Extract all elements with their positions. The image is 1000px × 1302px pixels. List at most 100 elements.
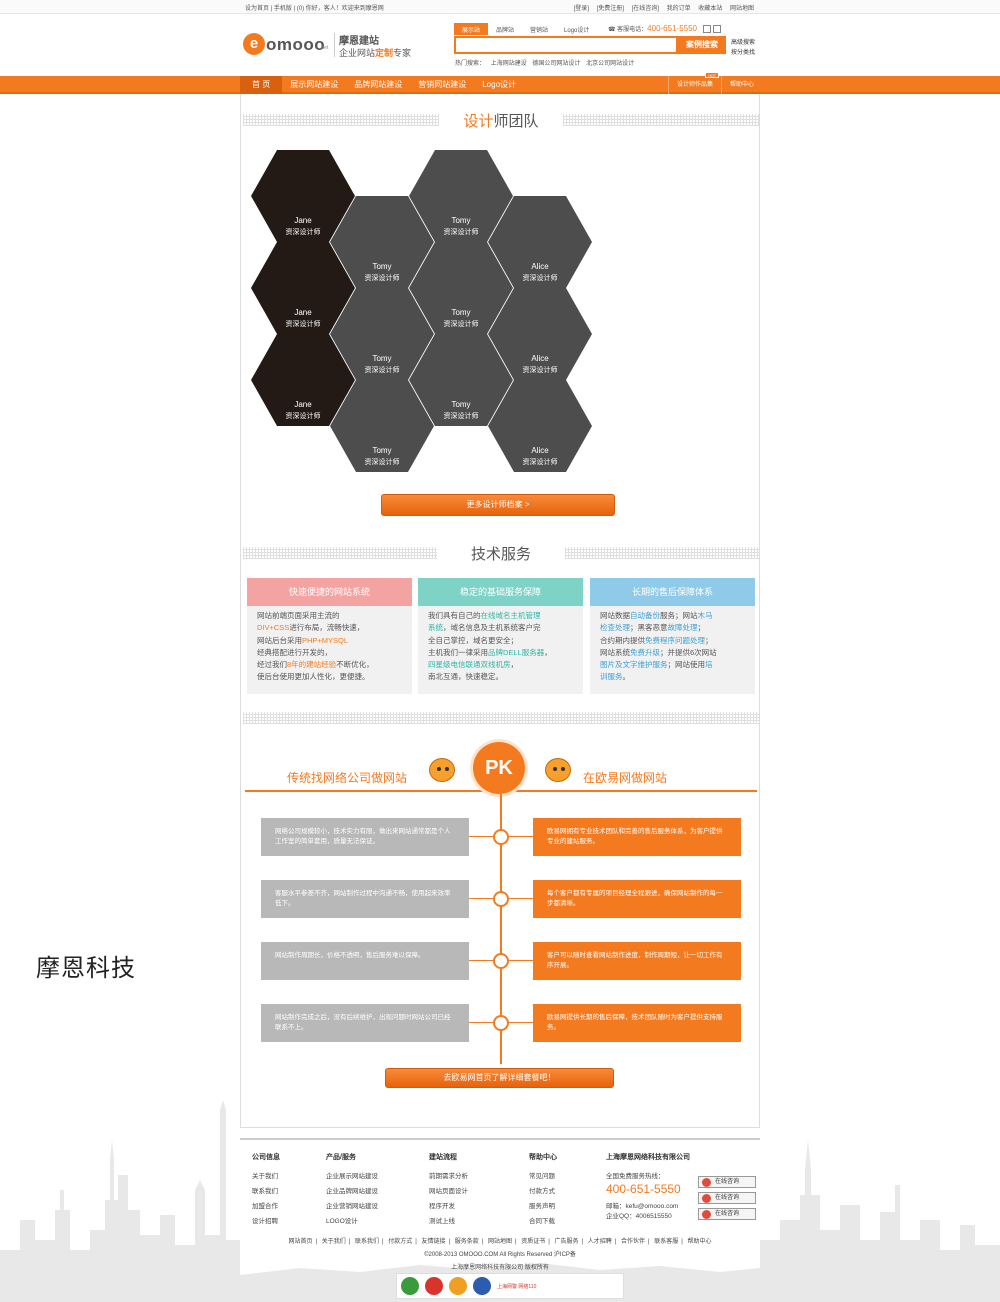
- bottom-link[interactable]: 资质证书: [521, 1239, 545, 1245]
- utility-links: [登录] [免费注册] [在线咨询] 我的订单 收藏本站 网站地图: [568, 3, 754, 12]
- nav-showcase[interactable]: 展示网站建设: [282, 76, 346, 94]
- hot-item[interactable]: 德国公司网站设计: [532, 61, 580, 67]
- footer-link[interactable]: 网站页面设计: [429, 1185, 468, 1195]
- qq-consult-button[interactable]: 在线咨询: [698, 1208, 756, 1220]
- bottom-link[interactable]: 友情链接: [421, 1239, 445, 1245]
- bottom-link[interactable]: 广告服务: [554, 1239, 578, 1245]
- footer-link[interactable]: 常见问题: [529, 1170, 557, 1180]
- highlight-text: 木马: [697, 611, 713, 620]
- footer-link[interactable]: 加盟合作: [252, 1200, 280, 1210]
- happy-face-icon: [545, 758, 571, 782]
- pk-badge: PK: [473, 742, 525, 794]
- pk-comparison: 传统找网络公司做网站 在欧易网做网站 PK 网络公司规模较小，技术实力有限，做出…: [241, 714, 761, 1114]
- nav-brand[interactable]: 品牌网站建设: [346, 76, 410, 94]
- sitemap-link[interactable]: 网站地图: [730, 6, 754, 12]
- pk-connector: [509, 960, 533, 961]
- brand-caption: 摩恩科技: [36, 955, 136, 982]
- main-nav: 首 页 展示网站建设 品牌网站建设 营销网站建设 Logo设计 设计师作品集 帮…: [0, 76, 1000, 94]
- body-text: 南北互通，快速稳定。: [428, 672, 503, 682]
- body-text: ，域名信息及主机系统客户完: [443, 623, 541, 633]
- footer-link[interactable]: 前期需求分析: [429, 1170, 468, 1180]
- pk-node: [493, 953, 509, 969]
- highlight-text: 四星级电信联通双线机房: [428, 660, 511, 670]
- footer-link[interactable]: LOGO设计: [326, 1215, 378, 1225]
- highlight-text: 故障处理: [667, 623, 698, 633]
- footer-link[interactable]: 服务声明: [529, 1200, 557, 1210]
- security-seal-icon[interactable]: [449, 1277, 467, 1295]
- pk-traditional-point: 客服水平参差不齐，网站制作过程中沟通不畅，使用起来效率低下。: [261, 880, 469, 918]
- footer-link[interactable]: 程序开发: [429, 1200, 468, 1210]
- footer-link[interactable]: 企业品牌网站建设: [326, 1185, 378, 1195]
- bottom-link[interactable]: 服务条款: [455, 1239, 479, 1245]
- bottom-link[interactable]: 人才招聘: [588, 1239, 612, 1245]
- bottom-link[interactable]: 关于我们: [322, 1239, 346, 1245]
- tab-showcase[interactable]: 展示站: [454, 23, 489, 35]
- nav-marketing[interactable]: 营销网站建设: [410, 76, 474, 94]
- logo-wordmark[interactable]: omooo: [266, 35, 325, 55]
- bottom-link[interactable]: 合作伙伴: [621, 1239, 645, 1245]
- footer-link[interactable]: 合同下载: [529, 1215, 557, 1225]
- search-input[interactable]: [454, 36, 678, 54]
- advanced-search-link[interactable]: 高级搜索 按分类找: [731, 38, 761, 58]
- highlight-text: 免费程序问题处理: [645, 635, 705, 645]
- view-packages-button[interactable]: 去欧易网首页了解详细套餐吧！: [385, 1068, 614, 1088]
- more-designers-button[interactable]: 更多设计师档案 >: [381, 494, 615, 516]
- share-icons: [703, 25, 723, 34]
- register-link[interactable]: [免费注册]: [597, 6, 624, 12]
- designer-hex-grid: Jane 资深设计师 Jane 资深设计师 Jane 资深设计师 Tomy 资深设计师 …: [251, 150, 611, 480]
- tab-brand[interactable]: 品牌站: [488, 23, 522, 35]
- bottom-link[interactable]: 联系我们: [355, 1239, 379, 1245]
- tab-logo[interactable]: Logo设计: [556, 23, 597, 35]
- nav-logo[interactable]: Logo设计: [474, 76, 524, 94]
- online-consult-link[interactable]: [在线咨询]: [632, 6, 659, 12]
- login-link[interactable]: [登录]: [574, 6, 589, 12]
- bottom-link[interactable]: 帮助中心: [687, 1239, 711, 1245]
- hot-item[interactable]: 北京公司网站设计: [586, 61, 634, 67]
- bottom-link[interactable]: 付款方式: [388, 1239, 412, 1245]
- weibo-icon[interactable]: [713, 25, 721, 33]
- footer-col-help: 帮助中心 常见问题 付款方式 服务声明 合同下载: [529, 1154, 557, 1225]
- body-text: 进行布局，流畅快速，: [289, 623, 365, 633]
- body-text: 。: [622, 672, 631, 682]
- footer-link[interactable]: 联系我们: [252, 1185, 280, 1195]
- card-line: 南北互通，快速稳定。: [428, 671, 573, 683]
- card-line: 检查处理；黑客恶意故障处理；: [600, 622, 745, 634]
- bottom-bar: 网站首页 | 关于我们 | 联系我们 | 付款方式 | 友情链接 | 服务条款 | 网站地图…: [240, 1236, 760, 1275]
- qq-consult-button[interactable]: 在线咨询: [698, 1192, 756, 1204]
- report-center-icon[interactable]: [401, 1277, 419, 1295]
- footer-link[interactable]: 设计招聘: [252, 1215, 280, 1225]
- nav-home[interactable]: 首 页: [240, 76, 283, 94]
- footer-link[interactable]: 企业展示网站建设: [326, 1170, 378, 1180]
- card-line: 网站数据自动备份服务；网站木马: [600, 610, 745, 622]
- footer-link[interactable]: 企业营销网站建设: [326, 1200, 378, 1210]
- police-badge-icon[interactable]: [473, 1277, 491, 1295]
- highlight-text: PHP+MYSQL: [302, 635, 349, 645]
- body-text: 我们具有自己的: [428, 611, 481, 620]
- trusted-site-icon[interactable]: [425, 1277, 443, 1295]
- my-orders-link[interactable]: 我的订单: [667, 6, 691, 12]
- qq-consult-button[interactable]: 在线咨询: [698, 1176, 756, 1188]
- pk-connector: [469, 960, 493, 961]
- tab-marketing[interactable]: 营销站: [522, 23, 556, 35]
- favorite-link[interactable]: 收藏本站: [698, 6, 722, 12]
- logo-icon[interactable]: e: [243, 33, 265, 55]
- footer-link[interactable]: 关于我们: [252, 1170, 280, 1180]
- card-line: 经典搭配进行开发的，: [257, 647, 402, 659]
- body-text: 全自己掌控，域名更安全；: [428, 635, 518, 645]
- bottom-link[interactable]: 网站首页: [288, 1239, 312, 1245]
- body-text: ，: [510, 660, 519, 670]
- footer-link[interactable]: 测试上线: [429, 1215, 468, 1225]
- bottom-link[interactable]: 联系客服: [654, 1239, 678, 1245]
- bottom-link[interactable]: 网站地图: [488, 1239, 512, 1245]
- highlight-text: 检查处理: [600, 623, 630, 633]
- card-line: 主机我们一律采用品牌DELL服务器，: [428, 647, 573, 659]
- body-text: 网站前端页面采用主流的: [257, 611, 340, 620]
- search-button[interactable]: 案例搜索: [678, 36, 726, 54]
- nav-help[interactable]: 帮助中心: [721, 76, 762, 94]
- footer-link[interactable]: 付款方式: [529, 1185, 557, 1195]
- hot-item[interactable]: 上海网站建设: [491, 61, 527, 67]
- card-line: 我们具有自己的在线域名主机管理: [428, 610, 573, 622]
- pk-omooo-point: 每个客户都有专属的项目经理全程跟进，确保网站制作的每一步都清晰。: [533, 880, 741, 918]
- card-line: 网站系统免费升级；并提供6次网站: [600, 647, 745, 659]
- mobile-icon[interactable]: [703, 25, 711, 33]
